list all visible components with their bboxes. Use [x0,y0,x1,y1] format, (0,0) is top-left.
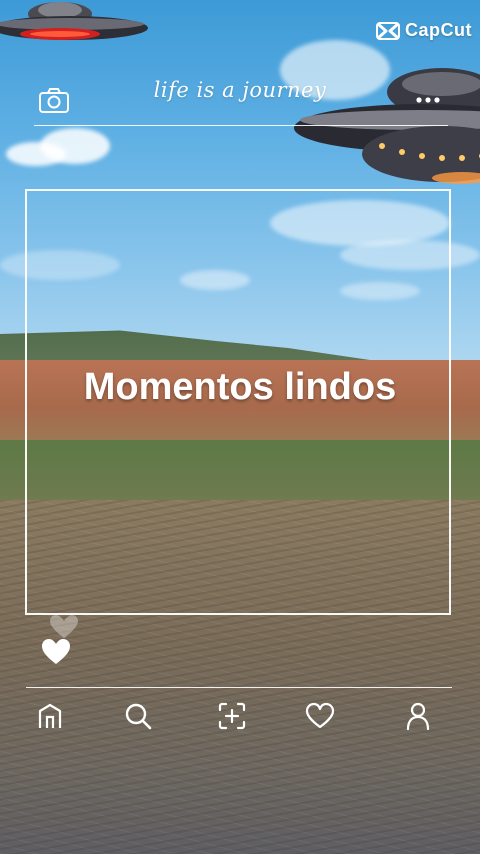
cloud [40,128,110,164]
more-button[interactable] [410,90,446,110]
like-button[interactable] [38,612,82,670]
profile-icon [406,702,430,731]
add-post-icon [218,702,246,730]
nav-profile[interactable] [398,696,438,736]
post-title: Momentos lindos [83,366,397,408]
header-divider [34,125,448,126]
nav-home[interactable] [30,696,70,736]
capcut-logo-icon [376,21,400,40]
capcut-watermark: CapCut [376,20,472,41]
camera-icon [39,88,69,113]
nav-search[interactable] [118,696,158,736]
ufo-icon [0,2,148,40]
nav-divider [26,687,452,688]
camera-button[interactable] [36,86,72,116]
home-icon [38,703,62,728]
heart-icon [42,615,78,664]
bottom-nav [0,696,480,740]
capcut-logo-text: CapCut [405,20,472,40]
more-dots-icon [416,97,440,103]
nav-add-post[interactable] [212,696,252,736]
heart-icon [305,702,335,729]
tagline: life is a journey [153,78,327,102]
nav-likes[interactable] [300,696,340,736]
search-icon [125,703,152,730]
